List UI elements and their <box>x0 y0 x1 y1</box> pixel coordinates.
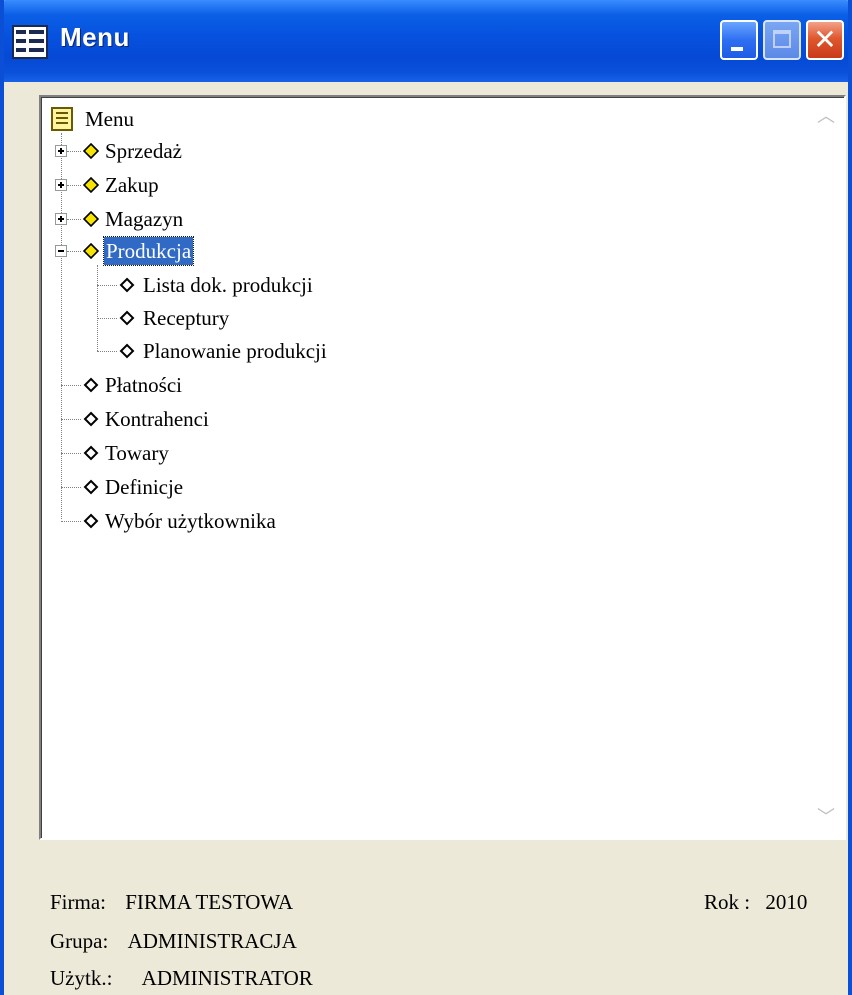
tree-item-label: Zakup <box>105 173 159 197</box>
yellow-diamond-icon <box>83 243 99 259</box>
close-icon: ✕ <box>813 23 837 56</box>
yellow-diamond-icon <box>83 143 99 159</box>
white-diamond-icon <box>83 445 99 461</box>
yellow-diamond-icon <box>83 177 99 193</box>
white-diamond-icon <box>83 479 99 495</box>
rok-label: Rok : <box>704 890 751 914</box>
yellow-diamond-icon <box>83 211 99 227</box>
scroll-down-arrow-icon[interactable]: ﹀ <box>812 804 840 832</box>
white-diamond-icon <box>119 343 135 359</box>
uzytkownik-info: Użytk.: ADMINISTRATOR <box>50 966 313 991</box>
tree-item-label: Definicje <box>105 475 184 499</box>
tree-root[interactable]: Menu <box>51 105 251 135</box>
tree-item-label: Płatności <box>105 373 182 397</box>
white-diamond-icon <box>119 310 135 326</box>
tree-item-kontrahenci[interactable]: Kontrahenci <box>61 405 361 435</box>
firma-info: Firma: FIRMA TESTOWA <box>50 890 293 915</box>
tree-item-zakup[interactable]: Zakup <box>55 171 305 201</box>
minimize-icon <box>731 47 743 51</box>
close-button[interactable]: ✕ <box>806 20 844 60</box>
scroll-up-arrow-icon[interactable]: ︿ <box>812 103 840 131</box>
tree-item-platnosci[interactable]: Płatności <box>61 371 361 401</box>
uzytkownik-label: Użytk.: <box>50 966 113 990</box>
grupa-label: Grupa: <box>50 929 109 953</box>
tree-item-sprzedaz[interactable]: Sprzedaż <box>55 137 305 167</box>
form-icon <box>12 25 48 59</box>
white-diamond-icon <box>83 513 99 529</box>
maximize-icon <box>773 30 791 48</box>
expand-plus-icon[interactable] <box>55 213 67 225</box>
tree-item-label: Planowanie produkcji <box>143 339 327 363</box>
uzytkownik-value: ADMINISTRATOR <box>141 966 313 990</box>
white-diamond-icon <box>119 277 135 293</box>
white-diamond-icon <box>83 411 99 427</box>
tree-item-produkcja[interactable]: Produkcja <box>55 236 305 267</box>
tree-item-definicje[interactable]: Definicje <box>61 473 361 503</box>
window-title: Menu <box>60 22 130 52</box>
firma-label: Firma: <box>50 890 106 914</box>
minimize-button[interactable] <box>720 20 758 60</box>
tree-item-wybor-uzytkownika[interactable]: Wybór użytkownika <box>61 507 401 537</box>
tree-subitem-planowanie-produkcji[interactable]: Planowanie produkcji <box>97 337 397 367</box>
maximize-button[interactable] <box>763 20 801 60</box>
tree-item-label: Lista dok. produkcji <box>143 273 313 297</box>
firma-value: FIRMA TESTOWA <box>125 890 294 914</box>
rok-value: 2010 <box>765 890 808 914</box>
tree-item-label: Towary <box>105 441 169 465</box>
grupa-value: ADMINISTRACJA <box>127 929 297 953</box>
tree-item-label: Wybór użytkownika <box>105 509 276 533</box>
title-bar[interactable]: Menu ✕ <box>4 0 848 82</box>
tree-root-label: Menu <box>85 107 134 131</box>
collapse-minus-icon[interactable] <box>55 245 67 257</box>
menu-book-icon <box>51 107 73 131</box>
tree-subitem-lista-dok-produkcji[interactable]: Lista dok. produkcji <box>97 271 397 301</box>
rok-info: Rok : 2010 <box>704 890 807 915</box>
grupa-info: Grupa: ADMINISTRACJA <box>50 929 297 954</box>
menu-tree[interactable]: ︿ ﹀ Menu Sprzedaż Zakup Magazyn Produkcj… <box>39 95 846 840</box>
expand-plus-icon[interactable] <box>55 145 67 157</box>
tree-subitem-receptury[interactable]: Receptury <box>97 304 397 334</box>
expand-plus-icon[interactable] <box>55 179 67 191</box>
tree-item-label: Kontrahenci <box>105 407 209 431</box>
tree-item-label: Receptury <box>143 306 230 330</box>
tree-item-towary[interactable]: Towary <box>61 439 361 469</box>
tree-item-label: Sprzedaż <box>105 139 182 163</box>
white-diamond-icon <box>83 377 99 393</box>
menu-window: Menu ✕ ︿ ﹀ Menu Sprzedaż Zakup Magazyn P… <box>0 0 852 995</box>
tree-item-label: Magazyn <box>105 207 184 231</box>
tree-item-magazyn[interactable]: Magazyn <box>55 205 305 235</box>
tree-item-label-selected: Produkcja <box>102 236 195 266</box>
